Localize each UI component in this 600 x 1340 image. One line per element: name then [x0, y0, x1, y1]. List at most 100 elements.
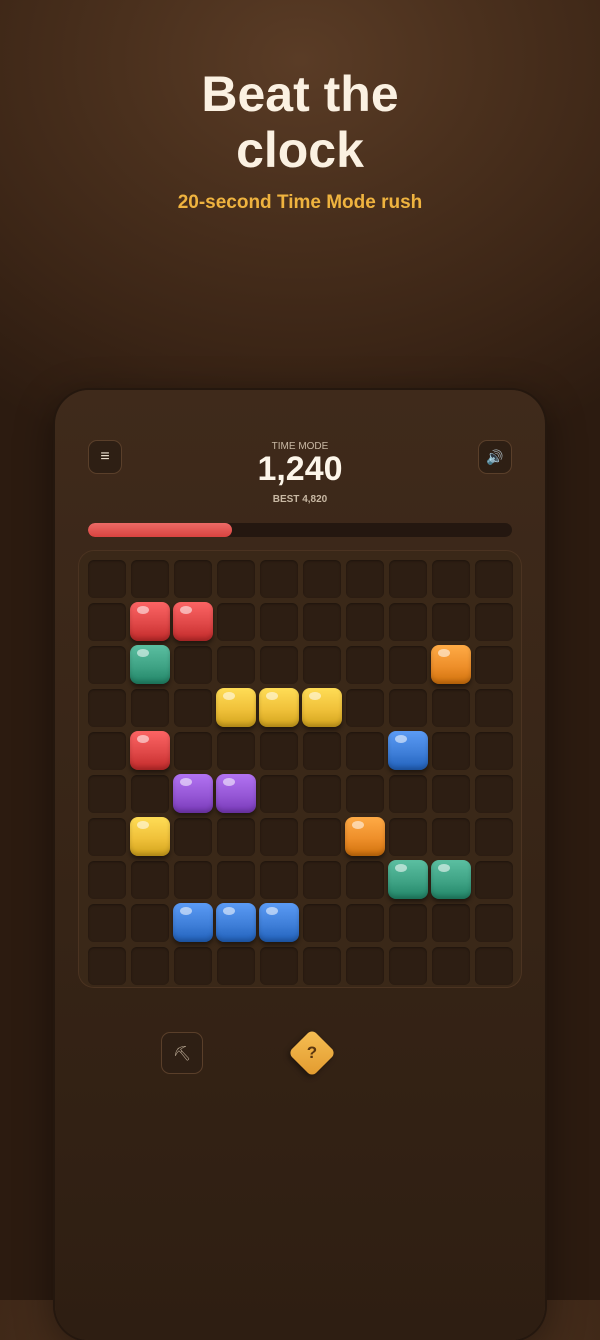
board-cell[interactable] [389, 775, 427, 813]
block-blue[interactable] [388, 731, 428, 770]
board-cell[interactable] [432, 904, 470, 942]
board-cell[interactable] [88, 775, 126, 813]
board-cell[interactable] [303, 775, 341, 813]
block-yellow[interactable] [216, 688, 256, 727]
board-cell[interactable] [346, 689, 384, 727]
board-cell[interactable] [432, 947, 470, 985]
board-cell[interactable] [475, 689, 513, 727]
board-cell[interactable] [475, 861, 513, 899]
board-cell[interactable] [389, 603, 427, 641]
sound-button[interactable]: 🔊 [478, 440, 512, 474]
board-cell[interactable] [260, 560, 298, 598]
board-cell[interactable] [217, 560, 255, 598]
board-cell[interactable] [174, 732, 212, 770]
board-cell[interactable] [346, 861, 384, 899]
block-green[interactable] [431, 860, 471, 899]
board-cell[interactable] [303, 904, 341, 942]
board-cell[interactable] [303, 947, 341, 985]
board-cell[interactable] [389, 646, 427, 684]
board-cell[interactable] [346, 904, 384, 942]
board-cell[interactable] [346, 560, 384, 598]
block-red[interactable] [173, 602, 213, 641]
board-cell[interactable] [217, 947, 255, 985]
block-purple[interactable] [173, 774, 213, 813]
board-cell[interactable] [88, 560, 126, 598]
board-cell[interactable] [174, 646, 212, 684]
block-blue[interactable] [173, 903, 213, 942]
board-cell[interactable] [174, 861, 212, 899]
board-cell[interactable] [475, 947, 513, 985]
board-cell[interactable] [131, 775, 169, 813]
block-blue[interactable] [259, 903, 299, 942]
board-cell[interactable] [432, 603, 470, 641]
board-cell[interactable] [174, 560, 212, 598]
board-cell[interactable] [389, 904, 427, 942]
board-cell[interactable] [260, 646, 298, 684]
game-board[interactable] [78, 550, 522, 988]
board-cell[interactable] [260, 861, 298, 899]
board-cell[interactable] [303, 560, 341, 598]
board-cell[interactable] [303, 732, 341, 770]
board-cell[interactable] [346, 646, 384, 684]
board-cell[interactable] [88, 818, 126, 856]
block-yellow[interactable] [259, 688, 299, 727]
block-orange[interactable] [431, 645, 471, 684]
board-cell[interactable] [346, 732, 384, 770]
board-cell[interactable] [260, 818, 298, 856]
board-cell[interactable] [389, 947, 427, 985]
board-cell[interactable] [303, 646, 341, 684]
board-cell[interactable] [217, 603, 255, 641]
board-cell[interactable] [346, 603, 384, 641]
board-cell[interactable] [88, 861, 126, 899]
board-cell[interactable] [131, 904, 169, 942]
board-cell[interactable] [131, 560, 169, 598]
block-red[interactable] [130, 602, 170, 641]
board-cell[interactable] [389, 560, 427, 598]
board-cell[interactable] [432, 732, 470, 770]
board-cell[interactable] [88, 947, 126, 985]
board-cell[interactable] [260, 603, 298, 641]
hammer-button[interactable]: ⛏ [161, 1032, 203, 1074]
block-yellow[interactable] [302, 688, 342, 727]
board-cell[interactable] [475, 603, 513, 641]
board-cell[interactable] [131, 947, 169, 985]
board-cell[interactable] [88, 904, 126, 942]
block-green[interactable] [130, 645, 170, 684]
board-cell[interactable] [475, 646, 513, 684]
board-cell[interactable] [432, 689, 470, 727]
block-yellow[interactable] [130, 817, 170, 856]
board-cell[interactable] [174, 947, 212, 985]
board-cell[interactable] [303, 861, 341, 899]
board-cell[interactable] [475, 818, 513, 856]
board-cell[interactable] [174, 818, 212, 856]
board-cell[interactable] [217, 818, 255, 856]
board-cell[interactable] [432, 818, 470, 856]
board-cell[interactable] [432, 560, 470, 598]
block-purple[interactable] [216, 774, 256, 813]
board-cell[interactable] [260, 947, 298, 985]
board-cell[interactable] [217, 861, 255, 899]
block-blue[interactable] [216, 903, 256, 942]
board-cell[interactable] [217, 646, 255, 684]
board-cell[interactable] [346, 947, 384, 985]
board-cell[interactable] [475, 560, 513, 598]
board-cell[interactable] [475, 732, 513, 770]
board-cell[interactable] [475, 904, 513, 942]
block-red[interactable] [130, 731, 170, 770]
board-cell[interactable] [303, 818, 341, 856]
board-cell[interactable] [217, 732, 255, 770]
block-orange[interactable] [345, 817, 385, 856]
board-cell[interactable] [88, 603, 126, 641]
board-cell[interactable] [475, 775, 513, 813]
board-cell[interactable] [260, 732, 298, 770]
board-cell[interactable] [88, 732, 126, 770]
board-cell[interactable] [131, 689, 169, 727]
board-cell[interactable] [174, 689, 212, 727]
board-cell[interactable] [260, 775, 298, 813]
board-cell[interactable] [432, 775, 470, 813]
board-cell[interactable] [88, 646, 126, 684]
board-cell[interactable] [131, 861, 169, 899]
board-cell[interactable] [389, 689, 427, 727]
block-green[interactable] [388, 860, 428, 899]
board-cell[interactable] [389, 818, 427, 856]
